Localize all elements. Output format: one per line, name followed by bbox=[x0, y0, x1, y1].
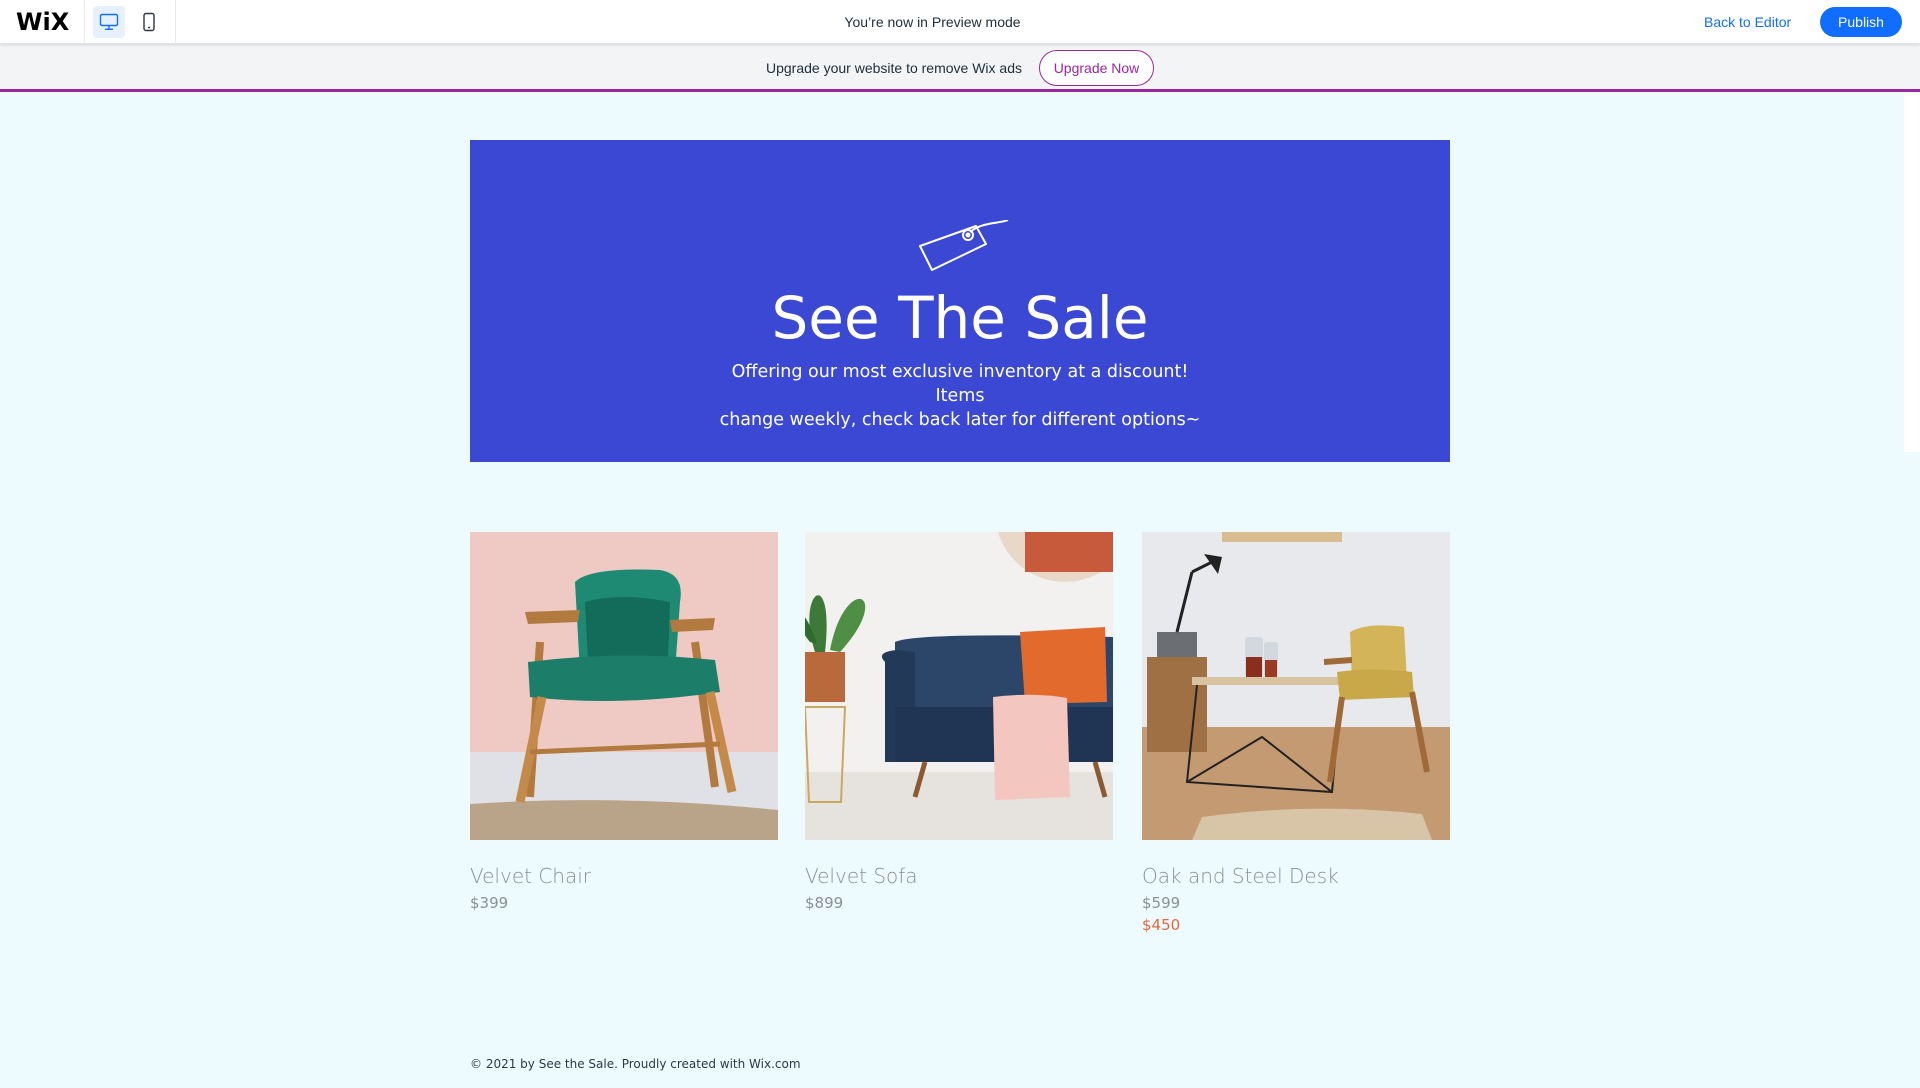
upgrade-message: Upgrade your website to remove Wix ads bbox=[766, 60, 1022, 76]
hero-title: See The Sale bbox=[771, 284, 1149, 352]
preview-mode-label: You’re now in Preview mode bbox=[844, 14, 1021, 30]
hero-subtitle-line: Offering our most exclusive inventory at… bbox=[731, 362, 1189, 406]
hero-subtitle: Offering our most exclusive inventory at… bbox=[710, 360, 1210, 432]
product-price: $599 bbox=[1142, 894, 1181, 912]
product-sale-price: $450 bbox=[1142, 916, 1181, 934]
product-name[interactable]: Velvet Sofa bbox=[805, 864, 1113, 888]
product-name[interactable]: Oak and Steel Desk bbox=[1142, 864, 1450, 888]
hero-subtitle-line: change weekly, check back later for diff… bbox=[719, 410, 1201, 430]
product-image-velvet-sofa[interactable] bbox=[805, 532, 1113, 840]
product-price: $899 bbox=[805, 894, 844, 912]
product-card[interactable]: Velvet Chair $399 bbox=[470, 532, 778, 912]
desk-photo bbox=[1142, 532, 1450, 840]
sofa-photo bbox=[805, 532, 1113, 840]
footer-copyright: © 2021 by See the Sale. Proudly created … bbox=[470, 1057, 801, 1071]
sale-hero-banner: See The Sale Offering our most exclusive… bbox=[470, 140, 1450, 462]
product-price: $399 bbox=[470, 894, 509, 912]
scrollbar[interactable] bbox=[1904, 92, 1920, 452]
price-tag-icon bbox=[919, 220, 1009, 271]
upgrade-banner: Upgrade your website to remove Wix ads U… bbox=[0, 44, 1920, 92]
back-to-editor-link[interactable]: Back to Editor bbox=[1704, 14, 1791, 30]
product-card[interactable]: Velvet Sofa $899 bbox=[805, 532, 1113, 912]
publish-button[interactable]: Publish bbox=[1820, 7, 1902, 37]
chair-photo bbox=[470, 532, 778, 840]
preview-topbar: WiX You’re now in Preview mode Back to E… bbox=[0, 0, 1920, 44]
upgrade-now-button[interactable]: Upgrade Now bbox=[1039, 50, 1154, 86]
product-image-oak-steel-desk[interactable] bbox=[1142, 532, 1450, 840]
product-image-velvet-chair[interactable] bbox=[470, 532, 778, 840]
product-name[interactable]: Velvet Chair bbox=[470, 864, 778, 888]
product-card[interactable]: Oak and Steel Desk $599 $450 bbox=[1142, 532, 1450, 934]
